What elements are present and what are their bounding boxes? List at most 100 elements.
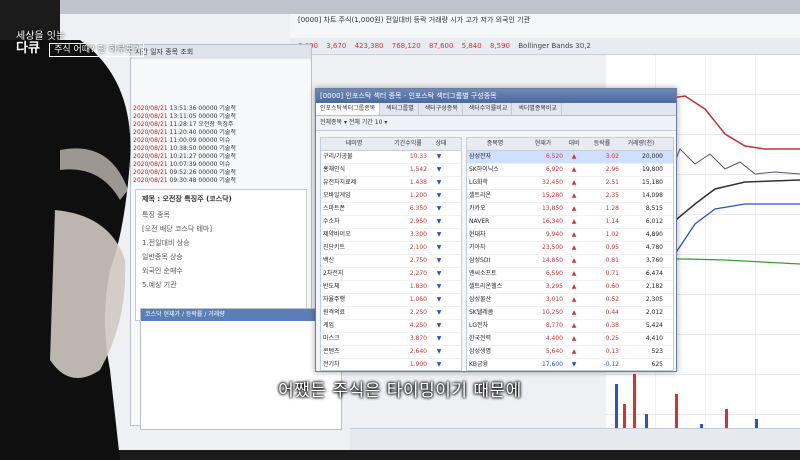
stock-name: LG화학	[469, 179, 489, 186]
col-change[interactable]: 대비	[563, 138, 585, 150]
stock-price: 10,250	[542, 309, 563, 316]
theme-return: 2.950	[409, 218, 427, 225]
stock-row[interactable]: 삼성생명 5,640 ▲ 0.13 523	[467, 346, 673, 359]
theme-row[interactable]: 유전자치료제 1.438 ▼	[321, 177, 461, 190]
news-detail-line: 1.전일대비 상승	[142, 239, 190, 247]
stock-table-header: 종목명 현재가 대비 등락률 거래량(천)	[467, 138, 673, 151]
news-time: 13:11:05	[169, 113, 197, 120]
stock-rate: 0.52	[605, 296, 619, 303]
stock-row[interactable]: LG화학 32,450 ▲ 2.51 15,180	[467, 177, 673, 190]
col-status[interactable]: 상태	[429, 138, 453, 150]
stock-rate: 2.96	[605, 166, 619, 173]
stock-name: NAVER	[469, 218, 490, 225]
theme-row[interactable]: 제약바이오 3.300 ▼	[321, 229, 461, 242]
stock-change-icon: ▲	[571, 283, 577, 290]
col-price[interactable]: 현재가	[523, 138, 563, 150]
stock-change-icon: ▲	[571, 192, 577, 199]
stock-row[interactable]: 현대차 9,940 ▲ 1.02 4,890	[467, 229, 673, 242]
stock-row[interactable]: NAVER 16,340 ▲ 1.14 6,012	[467, 216, 673, 229]
news-time: 10:38:50	[169, 145, 197, 152]
stock-row[interactable]: KB금융 17,600 ▼ -0.12 625	[467, 359, 673, 370]
col-stock-name[interactable]: 종목명	[467, 138, 523, 150]
stock-change-icon: ▼	[571, 361, 577, 368]
sector-filter-bar[interactable]: 전체종목 ▾ 전체 기간 10 ▾	[316, 116, 676, 131]
theme-row[interactable]: 게임 4.250 ▼	[321, 320, 461, 333]
stock-rate: 0.71	[605, 270, 619, 277]
theme-name: 수소차	[323, 218, 340, 225]
stock-name: 기아차	[469, 244, 486, 251]
news-detail-line: [오전 배당 코스닥 테마]	[142, 225, 213, 233]
theme-row[interactable]: 자율주행 1.060 ▼	[321, 294, 461, 307]
theme-name: 콘텐츠	[323, 348, 340, 355]
tab-sector-stocks[interactable]: 섹터구성종목	[421, 103, 463, 115]
col-rate[interactable]: 등락률	[585, 138, 619, 150]
theme-row[interactable]: 반도체 1.830 ▼	[321, 281, 461, 294]
tab-sector-returns[interactable]: 섹터수익률비교	[465, 103, 513, 115]
news-detail-line: 5.예상 기관	[142, 281, 177, 289]
stock-change-icon: ▲	[571, 335, 577, 342]
col-theme[interactable]: 테마명	[321, 138, 387, 150]
stock-price: 9,940	[545, 231, 563, 238]
stock-change-icon: ▲	[571, 322, 577, 329]
toolbar-value: 423,380	[354, 42, 384, 50]
theme-status-icon: ▼	[436, 192, 442, 199]
theme-row[interactable]: 전기차 1.900 ▼	[321, 359, 461, 370]
episode-tag: 주식 어때? 단 하루도?	[49, 43, 144, 57]
theme-row[interactable]: 백신 2.750 ▼	[321, 255, 461, 268]
stock-row[interactable]: 삼성전자 6,520 ▲ 3.02 20,000	[467, 151, 673, 164]
theme-return: 1.830	[409, 283, 427, 290]
theme-return: 1.200	[409, 192, 427, 199]
stock-row[interactable]: 셀트리온헬스 3,295 ▲ 0.60 2,182	[467, 281, 673, 294]
stock-row[interactable]: 삼성SDI 14,850 ▲ 0.81 3,760	[467, 255, 673, 268]
stock-row[interactable]: 엔씨소프트 6,590 ▲ 0.71 6,474	[467, 268, 673, 281]
stock-rate: 3.02	[605, 153, 619, 160]
stock-row[interactable]: SK하이닉스 6,920 ▲ 2.96 19,800	[467, 164, 673, 177]
theme-table: 테마명 기간수익률 상태 구리/가공물 10.33 ▼ 홍채인식 1.542 ▼ 유전자치료제 1…	[320, 137, 462, 371]
stock-price: 23,500	[542, 244, 563, 251]
col-period-return[interactable]: 기간수익률	[387, 138, 429, 150]
stock-rate: 0.13	[605, 348, 619, 355]
tab-sector-group-stocks[interactable]: 인포스탁섹터그룹종목	[316, 103, 381, 115]
theme-row[interactable]: 원격의료 2.250 ▼	[321, 307, 461, 320]
tab-sector-group[interactable]: 섹터그룹별	[382, 103, 419, 115]
theme-row[interactable]: 스마트폰 6.350 ▼	[321, 203, 461, 216]
col-volume[interactable]: 거래량(천)	[619, 138, 663, 150]
theme-row[interactable]: 진단키트 2.100 ▼	[321, 242, 461, 255]
stock-row[interactable]: 기아차 23,500 ▲ 0.95 4,780	[467, 242, 673, 255]
theme-return: 3.870	[409, 335, 427, 342]
theme-row[interactable]: 2차전지 2.270 ▼	[321, 268, 461, 281]
theme-name: 홍채인식	[323, 166, 346, 173]
theme-name: 자율주행	[323, 296, 346, 303]
stock-row[interactable]: LG전자 8,770 ▲ 0.38 5,424	[467, 320, 673, 333]
stock-volume: 625	[651, 361, 663, 368]
news-detail-line: 특징 종목	[142, 211, 170, 219]
news-time: 11:20:40	[169, 129, 197, 136]
tab-sector-compare[interactable]: 섹터별종목비교	[514, 103, 562, 115]
stock-name: 카카오	[469, 205, 486, 212]
kosdaq-panel-header: 코스닥 현재가 / 등락률 / 거래량	[141, 309, 341, 321]
theme-row[interactable]: 모바일게임 1.200 ▼	[321, 190, 461, 203]
chart-info-bar: [0000] 차트 주식(1,000원) 전일대비 등락 거래량 시가 고가 저…	[290, 14, 800, 39]
theme-row[interactable]: 홍채인식 1.542 ▼	[321, 164, 461, 177]
news-time: 09:30:48	[169, 177, 197, 184]
theme-table-body: 구리/가공물 10.33 ▼ 홍채인식 1.542 ▼ 유전자치료제 1.438 ▼ 모바일게임 1…	[321, 151, 461, 370]
stock-volume: 4,780	[645, 244, 663, 251]
stock-price: 8,770	[545, 322, 563, 329]
theme-row[interactable]: 콘텐츠 2.640 ▼	[321, 346, 461, 359]
stock-row[interactable]: 한국전력 4,400 ▲ 0.25 4,410	[467, 333, 673, 346]
stock-row[interactable]: SK텔레콤 10,250 ▲ 0.44 2,012	[467, 307, 673, 320]
news-time: 09:52:26	[169, 169, 197, 176]
sector-window-title[interactable]: [0000] 인포스탁 섹터 종목 - 인포스탁 섹터그룹별 구성종목	[316, 89, 676, 103]
theme-row[interactable]: 수소차 2.950 ▼	[321, 216, 461, 229]
theme-return: 2.640	[409, 348, 427, 355]
stock-volume: 523	[651, 348, 663, 355]
stock-row[interactable]: 셀트리온 15,280 ▲ 2.35 14,098	[467, 190, 673, 203]
stock-name: 한국전력	[469, 335, 492, 342]
stock-price: 3,295	[545, 283, 563, 290]
stock-row[interactable]: 카카오 13,850 ▲ 1.28 8,515	[467, 203, 673, 216]
kosdaq-panel: 코스닥 현재가 / 등락률 / 거래량	[140, 308, 342, 430]
theme-row[interactable]: 마스크 3.870 ▼	[321, 333, 461, 346]
stock-row[interactable]: 삼성물산 3,010 ▲ 0.52 2,305	[467, 294, 673, 307]
stock-volume: 6,474	[645, 270, 663, 277]
theme-row[interactable]: 구리/가공물 10.33 ▼	[321, 151, 461, 164]
